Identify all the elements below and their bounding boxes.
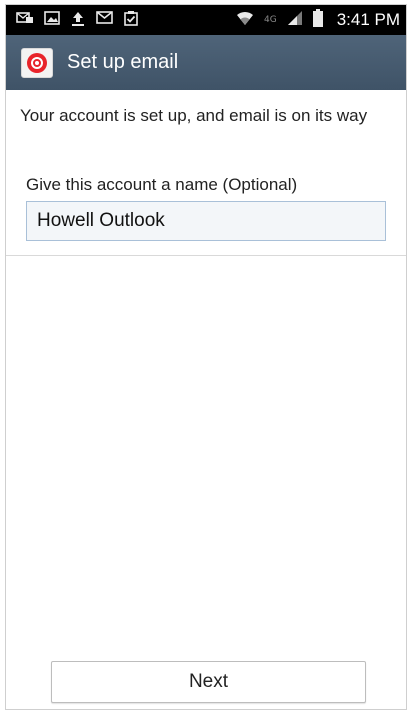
system-icons: 4G 3:41 PM [236, 8, 400, 32]
image-icon [44, 10, 60, 30]
messages-icon [16, 11, 34, 30]
action-bar: Set up email [6, 35, 406, 90]
notification-icons [16, 10, 139, 31]
setup-complete-message: Your account is set up, and email is on … [20, 106, 368, 125]
page-title: Set up email [67, 51, 179, 73]
status-bar: 4G 3:41 PM [6, 5, 406, 35]
upload-icon [70, 10, 86, 31]
battery-icon [312, 8, 323, 32]
phone-screen: 4G 3:41 PM Set up email Your account is … [5, 4, 407, 710]
status-time: 3:41 PM [336, 10, 400, 29]
signal-icon [287, 10, 303, 31]
network-type-label: 4G [263, 15, 277, 25]
clipboard-check-icon [123, 10, 139, 31]
email-app-icon [21, 47, 53, 78]
account-name-input[interactable] [26, 201, 386, 241]
account-name-label: Give this account a name (Optional) [26, 175, 298, 194]
gmail-icon [96, 11, 113, 29]
next-button[interactable]: Next [51, 661, 366, 703]
divider [6, 255, 406, 256]
wifi-icon [236, 10, 254, 31]
